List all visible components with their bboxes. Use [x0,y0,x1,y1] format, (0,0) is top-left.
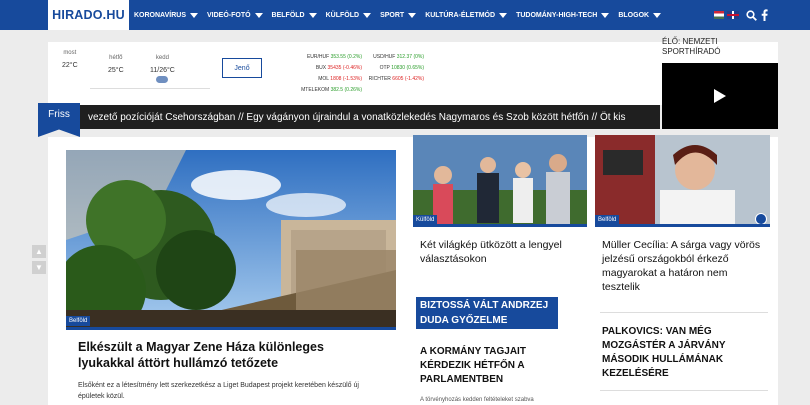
weather-temp: 22°C [62,62,78,69]
chevron-down-icon [189,12,198,18]
stock-row: OTP 10830 (0.65%) [379,65,424,71]
menu-item-sport[interactable]: SPORT [380,12,417,19]
nameday-box[interactable]: Jenő [222,58,262,78]
main-menu: KORONAVÍRUS VIDEÓ-FOTÓ BELFÖLD KÜLFÖLD S… [134,0,670,30]
accent-bar [413,224,587,227]
featured-article-image[interactable]: Belföld [66,150,396,330]
stocks-right: USD/HUF 312.37 (0%) OTP 10830 (0.65%) RI… [362,52,424,85]
weather-monday: hétfő 25°C [108,55,124,74]
article-image[interactable]: Belföld [595,135,770,227]
friss-label: Friss [38,103,80,137]
category-tag[interactable]: Belföld [66,316,91,326]
weather-now: most 22°C [62,50,78,69]
live-stream-label: ÉLŐ: NEMZETI SPORTHÍRADÓ [662,37,721,56]
language-switcher [714,11,739,19]
chevron-down-icon [254,12,263,18]
weather-day-label: hétfő [109,55,123,61]
featured-article-lead: Elsőként ez a létesítmény lett szerkezet… [78,382,359,400]
article-title[interactable]: Müller Cecília: A sárga vagy vörös jelzé… [602,238,767,294]
stock-row: MTELEKOM 382.5 (0.26%) [301,87,362,93]
featured-article-title[interactable]: Elkészült a Magyar Zene Háza különleges … [78,339,378,371]
divider [600,390,768,391]
menu-item-koronavirus[interactable]: KORONAVÍRUS [134,12,198,19]
article-image[interactable]: Külföld [413,135,587,227]
scroll-down-button[interactable]: ▼ [32,261,46,274]
english-flag-icon[interactable] [727,11,739,19]
stock-row: USD/HUF 312.37 (0%) [373,54,424,60]
chevron-down-icon [408,12,417,18]
divider [600,312,768,313]
menu-item-blogok[interactable]: BLOGOK [618,12,662,19]
stock-row: MOL 1808 (-1.53%) [318,76,362,82]
chevron-down-icon [653,12,662,18]
accent-bar [66,327,396,330]
facebook-icon[interactable] [761,9,768,21]
menu-item-belfold[interactable]: BELFÖLD [272,12,317,19]
accent-bar [595,224,770,227]
weather-divider [90,88,210,89]
stock-row: RICHTER 6605 (-1.42%) [368,76,424,82]
hungarian-flag-icon[interactable] [714,11,724,19]
weather-day-label: most [63,50,77,56]
weather-temp: 25°C [108,67,124,74]
menu-item-kulfold[interactable]: KÜLFÖLD [326,12,372,19]
site-logo[interactable]: HIRADO.HU [48,0,129,30]
article-lead: A törvényhozás kedden feltételeket szabv… [420,397,534,403]
rain-cloud-icon [156,76,169,83]
chevron-down-icon [601,12,610,18]
menu-item-tudomany[interactable]: TUDOMÁNY-HIGH-TECH [516,12,610,19]
highlight-headline[interactable]: BIZTOSSÁ VÁLT ANDRZEJ DUDA GYŐZELME [416,297,558,329]
article-title[interactable]: Két világkép ütközött a lengyel választá… [420,238,580,266]
news-ticker[interactable]: vezető pozícióját Csehországban // Egy v… [48,105,660,129]
stock-row: BUX 35435 (-0.46%) [315,65,362,71]
chevron-down-icon [308,12,317,18]
article-title[interactable]: PALKOVICS: VAN MÉG MOZGÁSTÉR A JÁRVÁNY M… [602,325,767,381]
article-title[interactable]: A KORMÁNY TAGJAIT KÉRDEZIK HÉTFŐN A PARL… [420,345,570,387]
top-navigation: HIRADO.HU KORONAVÍRUS VIDEÓ-FOTÓ BELFÖLD… [0,0,810,30]
play-icon[interactable] [714,89,726,103]
stocks-left: EUR/HUF 353.55 (0.2%) BUX 35435 (-0.46%)… [282,52,362,96]
live-video-player[interactable] [662,63,778,129]
chevron-down-icon [499,12,508,18]
featured-article[interactable]: Belföld Elkészült a Magyar Zene Háza kül… [66,150,396,405]
search-icon[interactable] [746,10,757,21]
scroll-up-button[interactable]: ▲ [32,245,46,258]
weather-temp: 11/26°C [150,67,175,74]
menu-item-kultura[interactable]: KULTÚRA-ÉLETMÓD [425,12,508,19]
weather-day-label: kedd [155,55,169,61]
ticker-text: vezető pozícióját Csehországban // Egy v… [88,111,626,123]
stock-row: EUR/HUF 353.55 (0.2%) [306,54,362,60]
chevron-down-icon [363,12,372,18]
menu-item-video-foto[interactable]: VIDEÓ-FOTÓ [207,12,263,19]
weather-tuesday: kedd 11/26°C [150,55,175,83]
